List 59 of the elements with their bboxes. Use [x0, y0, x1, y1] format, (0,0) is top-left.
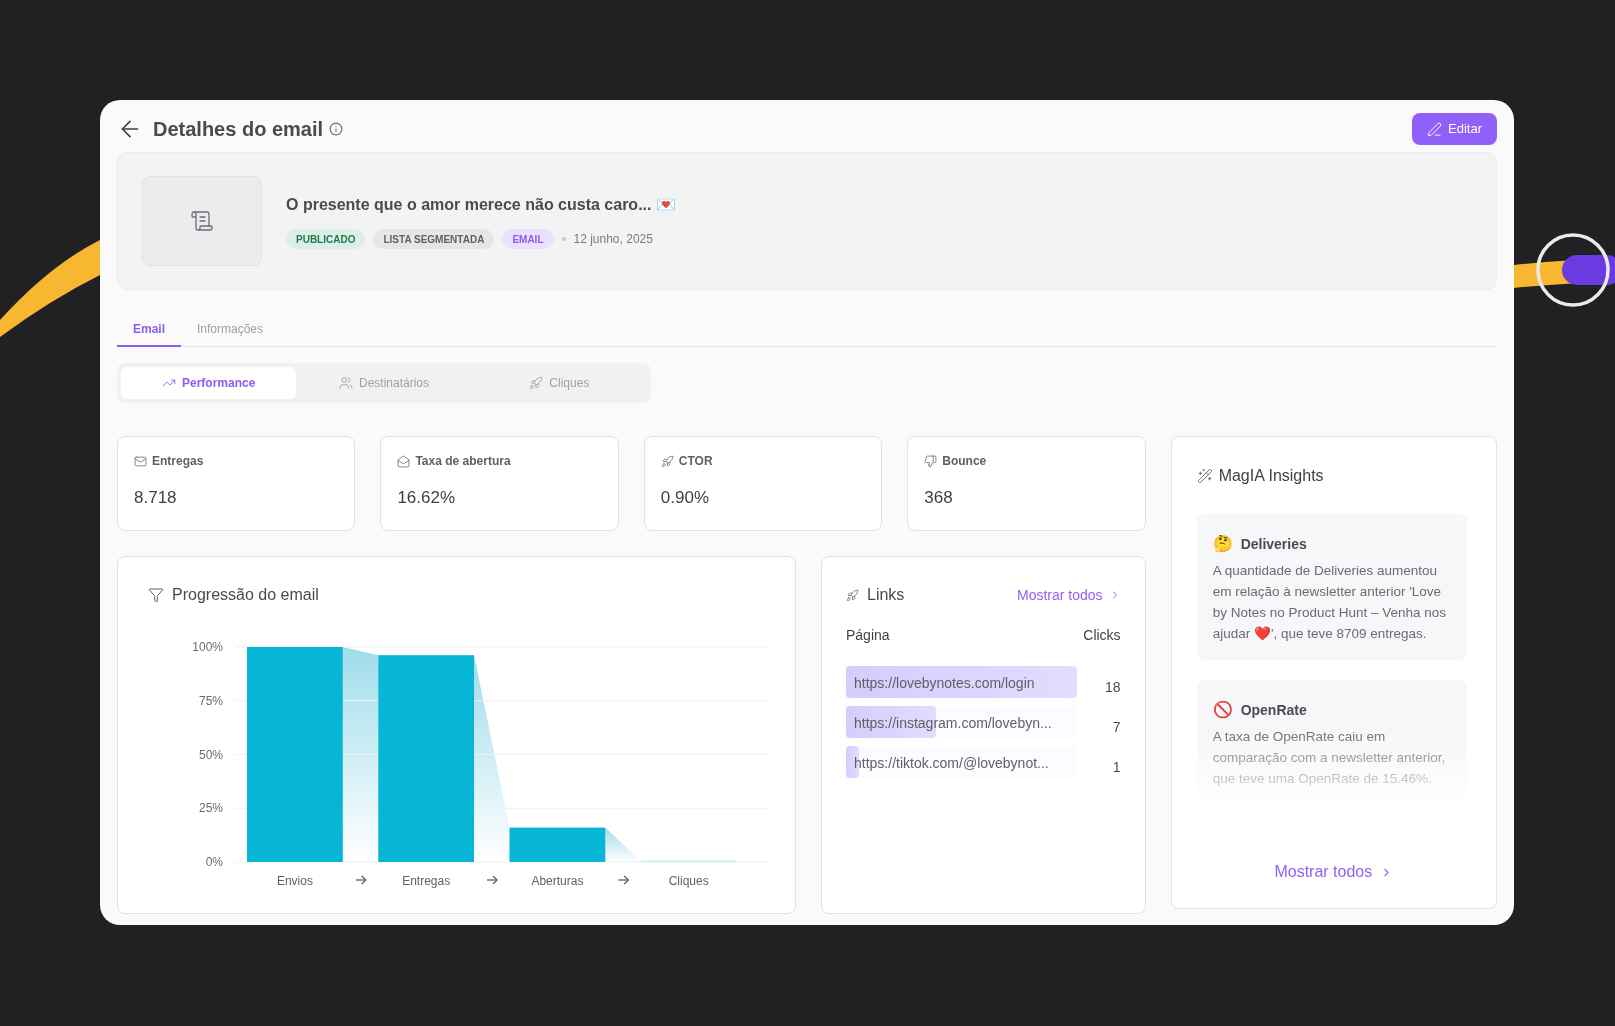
- card-title: MagIA Insights: [1218, 466, 1324, 486]
- segment-tab[interactable]: Destinatários: [296, 367, 472, 399]
- column-header: Clicks: [1083, 626, 1121, 645]
- info-icon: [329, 122, 344, 136]
- edit-button[interactable]: Editar: [1412, 113, 1497, 145]
- show-all-link[interactable]: Mostrar todos: [1017, 584, 1121, 606]
- stat-value: 8.718: [134, 487, 178, 509]
- axis-label: Aberturas: [531, 874, 584, 888]
- click-count: 7: [1112, 717, 1121, 737]
- tab[interactable]: Email: [117, 313, 181, 347]
- axis-label: 25%: [198, 801, 223, 816]
- email-subject: O presente que o amor merece não custa caro... 💌: [286, 195, 676, 215]
- status-tag: EMAIL: [502, 229, 554, 249]
- insight-text: A quantidade de Deliveries aumentou em relação à newsletter anterior 'Love by Notes no Product Hunt – Venha nos ajudar ❤', que teve 8709 entregas.: [1212, 562, 1448, 643]
- axis-label: Cliques: [668, 874, 709, 888]
- stat-value: 16.62%: [397, 487, 457, 509]
- stat-icon: [660, 454, 674, 468]
- axis-label: 100%: [192, 640, 223, 654]
- card-title: Progressão do email: [172, 585, 319, 605]
- stat-value: 0.90%: [660, 487, 710, 509]
- axis-label: 0%: [205, 855, 223, 869]
- document-icon: [190, 209, 214, 233]
- insight-text: A taxa de OpenRate caiu em comparação com a newsletter anterior, que teve uma OpenRate de 15.46%.: [1212, 728, 1447, 788]
- page-title: Detalhes do email: [153, 117, 324, 142]
- insight-emoji: 🤔: [1212, 534, 1233, 554]
- stat-icon: [397, 454, 411, 468]
- arrow-right-icon: [486, 875, 498, 885]
- stat-label: Bounce: [942, 453, 987, 470]
- rocket-icon: [529, 376, 544, 390]
- card-title: Links: [867, 585, 905, 605]
- stat-icon: [134, 454, 147, 468]
- tab[interactable]: Informações: [181, 313, 280, 347]
- axis-label: 50%: [198, 747, 223, 762]
- stat-label: CTOR: [678, 453, 713, 470]
- stat-icon: [924, 454, 938, 468]
- insight-title: OpenRate: [1240, 700, 1307, 720]
- publish-date: 12 junho, 2025: [573, 231, 653, 248]
- pen-icon: [1427, 121, 1443, 137]
- arrow-right-icon: [355, 875, 367, 885]
- column-header: Página: [846, 626, 890, 645]
- click-count: 18: [1105, 677, 1121, 697]
- stat-label: Entregas: [152, 453, 204, 470]
- stat-label: Taxa de abertura: [415, 453, 511, 470]
- show-all-link[interactable]: Mostrar todos: [1274, 860, 1394, 884]
- segment-tab[interactable]: Cliques: [471, 367, 647, 399]
- stat-value: 368: [924, 487, 954, 509]
- axis-label: Envios: [276, 874, 313, 888]
- arrow-right-icon: [617, 875, 630, 885]
- filter-icon: [148, 587, 164, 603]
- status-tag: PUBLICADO: [286, 229, 366, 249]
- insight-title: Deliveries: [1240, 534, 1307, 554]
- axis-label: Entregas: [402, 874, 451, 888]
- users-icon: [338, 376, 353, 390]
- rocket-icon: [846, 588, 859, 602]
- status-tag: LISTA SEGMENTADA: [373, 229, 495, 249]
- click-count: 1: [1112, 757, 1121, 777]
- segment-tab[interactable]: Performance: [121, 367, 297, 399]
- insight-emoji: 🚫: [1212, 700, 1233, 720]
- axis-label: 75%: [198, 693, 223, 708]
